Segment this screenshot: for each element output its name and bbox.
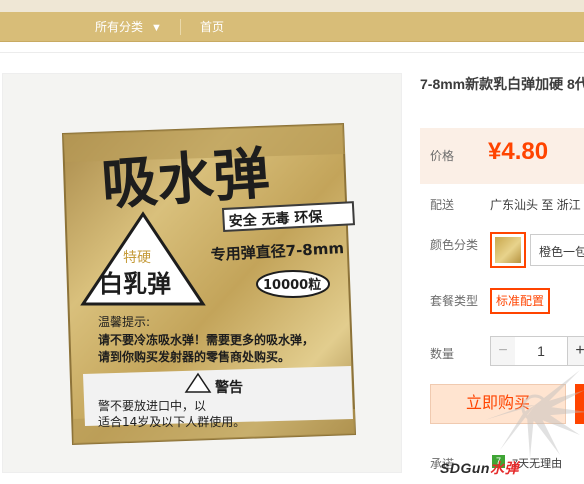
price-value: ¥4.80 bbox=[488, 138, 549, 165]
product-title: 7-8mm新款乳白弹加硬 8代 bbox=[420, 76, 584, 92]
bag-count: 10000粒 bbox=[263, 277, 321, 293]
color-option[interactable]: 橙色一包 bbox=[530, 234, 584, 266]
caret-down-icon: ▼ bbox=[151, 22, 162, 34]
watermark-suffix: 水弹 bbox=[489, 460, 519, 476]
quantity-increase-button[interactable]: + bbox=[567, 336, 584, 366]
color-swatch-selected[interactable] bbox=[490, 232, 526, 268]
quantity-label: 数量 bbox=[430, 347, 455, 361]
all-categories-label: 所有分类 bbox=[95, 20, 144, 34]
divider-line bbox=[0, 52, 584, 53]
bag-brand-text: 吸水弹 bbox=[99, 141, 271, 218]
category-navbar: 所有分类 ▼ 首页 bbox=[0, 12, 584, 42]
promise-text: 7天无理由 bbox=[512, 458, 563, 470]
price-label: 价格 bbox=[430, 149, 455, 163]
product-main-image[interactable]: 吸水弹 特硬 白乳弹 安全 无毒 环保 专用弹直径7-8mm 10000粒 温馨… bbox=[2, 73, 402, 473]
bag-tip-line1: 请不要冷冻吸水弹！需要更多的吸水弹， bbox=[98, 332, 314, 347]
quantity-decrease-button[interactable]: − bbox=[490, 336, 516, 366]
nav-divider bbox=[180, 19, 181, 35]
top-strip bbox=[0, 0, 584, 12]
nav-home-link[interactable]: 首页 bbox=[200, 12, 224, 42]
color-option-label: 橙色一包 bbox=[539, 245, 584, 259]
bag-tip-line2: 请到你购买发射器的零售商处购买。 bbox=[98, 349, 290, 364]
bag-hard-badge: 特硬 bbox=[123, 250, 151, 266]
price-box: 价格 ¥4.80 bbox=[420, 128, 584, 184]
shipping-label: 配送 bbox=[430, 198, 455, 212]
package-label: 套餐类型 bbox=[430, 294, 479, 308]
bag-warning-line1: 警不要放进口中，以 bbox=[98, 398, 206, 413]
bag-tip-title: 温馨提示: bbox=[98, 314, 150, 329]
bag-warning-line2: 适合14岁及以下人群使用。 bbox=[98, 414, 245, 429]
bag-milk-white-text: 白乳弹 bbox=[99, 270, 171, 298]
add-to-cart-button[interactable] bbox=[575, 384, 584, 424]
swatch-thumbnail bbox=[495, 237, 521, 263]
package-option-selected[interactable]: 标准配置 bbox=[490, 288, 551, 314]
bag-warning-title: 警告 bbox=[215, 379, 243, 396]
all-categories-menu[interactable]: 所有分类 ▼ bbox=[95, 12, 162, 42]
buy-now-button[interactable]: 立即购买 bbox=[430, 384, 566, 424]
shipping-value[interactable]: 广东汕头 至 浙江 bbox=[490, 196, 581, 213]
watermark-logo: SDGun水弹 bbox=[440, 458, 519, 478]
color-label: 颜色分类 bbox=[430, 238, 479, 252]
watermark-prefix: SDGun bbox=[440, 460, 490, 476]
quantity-input[interactable]: 1 bbox=[515, 336, 567, 366]
